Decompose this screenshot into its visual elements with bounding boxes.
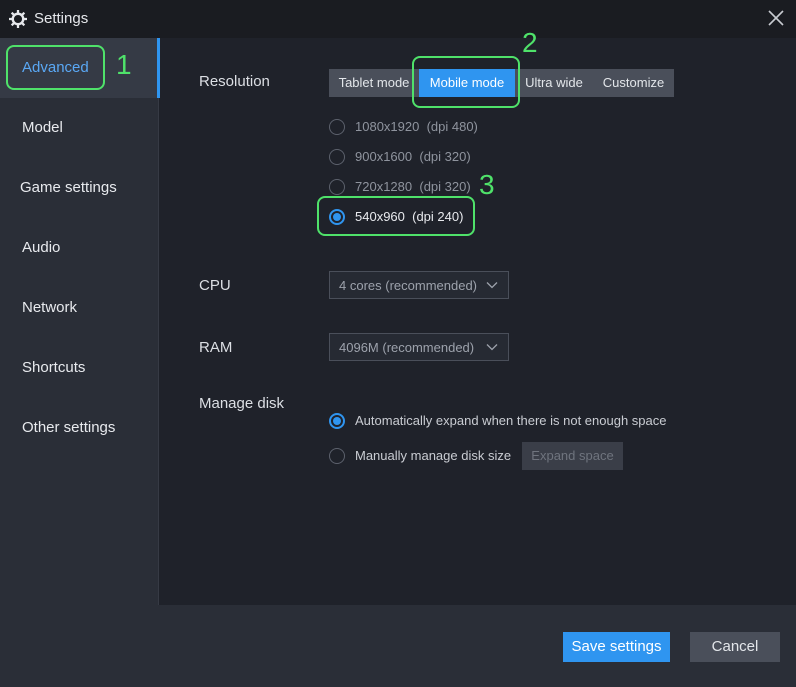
tab-ultra-wide[interactable]: Ultra wide <box>515 69 593 97</box>
radio-button[interactable] <box>329 448 345 464</box>
highlight-box-advanced <box>6 45 105 90</box>
radio-button-checked[interactable] <box>329 413 345 429</box>
gear-icon <box>9 10 27 28</box>
cpu-select-value: 4 cores (recommended) <box>339 278 477 293</box>
sidebar-item-network[interactable]: Network <box>0 278 159 338</box>
resolution-label: Resolution <box>199 73 270 90</box>
resolution-size: 720x1280 <box>355 179 413 194</box>
radio-button[interactable] <box>329 119 345 135</box>
sidebar: Advanced Model Game settings Audio Netwo… <box>0 38 160 605</box>
sidebar-item-label: Other settings <box>22 419 116 436</box>
cancel-button[interactable]: Cancel <box>690 632 780 662</box>
sidebar-item-label: Network <box>22 299 78 316</box>
expand-space-button[interactable]: Expand space <box>522 442 623 470</box>
title-bar: Settings <box>0 0 796 38</box>
sidebar-item-other-settings[interactable]: Other settings <box>0 398 159 458</box>
settings-panel <box>160 38 796 605</box>
highlight-box-mobile-mode <box>412 56 520 108</box>
close-icon[interactable] <box>766 8 786 28</box>
ram-label: RAM <box>199 339 233 356</box>
sidebar-item-label: Game settings <box>20 179 117 196</box>
footer <box>0 605 796 687</box>
cpu-select[interactable]: 4 cores (recommended) <box>329 271 509 299</box>
resolution-dpi: (dpi 480) <box>426 119 478 134</box>
sidebar-item-model[interactable]: Model <box>0 98 159 158</box>
annotation-number-3: 3 <box>479 169 495 200</box>
sidebar-item-game-settings[interactable]: Game settings <box>0 158 159 218</box>
chevron-down-icon <box>486 282 498 289</box>
resolution-size: 900x1600 <box>355 149 413 164</box>
sidebar-item-label: Shortcuts <box>22 359 86 376</box>
cpu-label: CPU <box>199 277 231 294</box>
sidebar-item-audio[interactable]: Audio <box>0 218 159 278</box>
sidebar-item-shortcuts[interactable]: Shortcuts <box>0 338 159 398</box>
tab-customize[interactable]: Customize <box>593 69 674 97</box>
resolution-dpi: (dpi 320) <box>419 149 471 164</box>
sidebar-item-label: Audio <box>22 239 61 256</box>
chevron-down-icon <box>486 344 498 351</box>
resolution-size: 1080x1920 <box>355 119 420 134</box>
radio-button[interactable] <box>329 149 345 165</box>
resolution-dpi: (dpi 320) <box>419 179 471 194</box>
ram-select-value: 4096M (recommended) <box>339 340 475 355</box>
ram-select[interactable]: 4096M (recommended) <box>329 333 509 361</box>
annotation-number-2: 2 <box>522 27 538 58</box>
annotation-number-1: 1 <box>116 49 132 80</box>
disk-option-label: Manually manage disk size <box>355 448 512 463</box>
sidebar-item-label: Model <box>22 119 63 136</box>
highlight-box-540x960 <box>317 196 475 236</box>
radio-button[interactable] <box>329 179 345 195</box>
manage-disk-label: Manage disk <box>199 395 285 412</box>
disk-option-label: Automatically expand when there is not e… <box>355 413 667 428</box>
tab-tablet-mode[interactable]: Tablet mode <box>329 69 419 97</box>
save-settings-button[interactable]: Save settings <box>563 632 670 662</box>
window-title: Settings <box>34 10 89 27</box>
